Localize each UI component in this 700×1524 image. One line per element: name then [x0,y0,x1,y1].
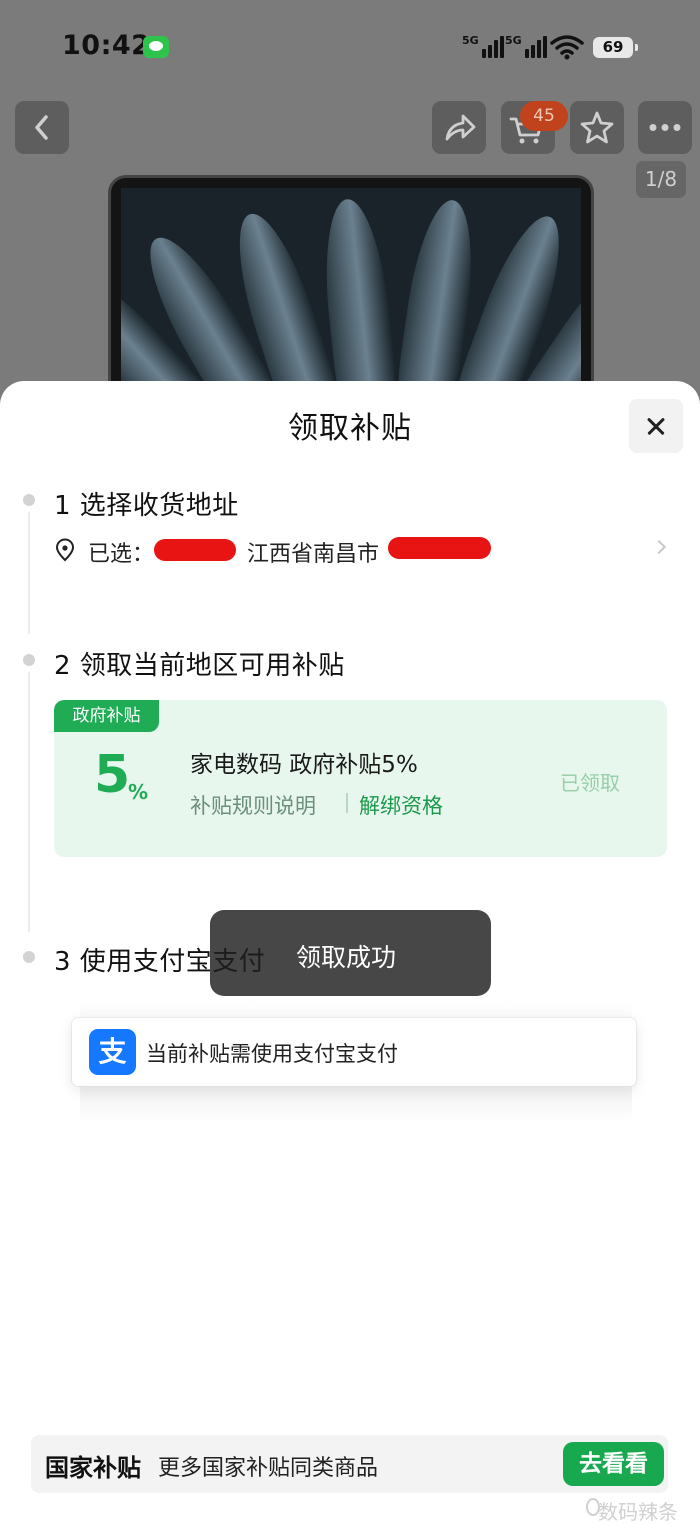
star-icon [580,111,614,144]
link-divider [346,793,348,813]
wifi-icon [550,34,584,60]
chevron-left-icon [35,115,48,140]
back-button[interactable] [15,101,69,154]
step-2-title: 2 领取当前地区可用补贴 [54,651,345,681]
step-2-dot [23,654,35,666]
network-type-label: 5G [462,34,479,47]
redacted-name [154,539,236,561]
cellular-signal-icon: 5G [462,34,504,58]
subsidy-tag: 政府补贴 [54,700,159,732]
sheet-title: 领取补贴 [288,411,412,446]
status-time: 10:42 [62,30,151,61]
cellular-signal-icon-2: 5G [505,34,547,58]
product-image-laptop[interactable] [108,175,594,405]
step-1-title: 1 选择收货地址 [54,491,239,521]
watermark: 数码辣条 [598,1500,678,1524]
subsidy-title: 家电数码 政府补贴5% [190,752,418,778]
success-toast: 领取成功 [210,910,491,996]
more-dots-icon [649,124,681,131]
view-more-button[interactable]: 去看看 [563,1442,664,1486]
national-subsidy-bar[interactable]: 国家补贴 更多国家补贴同类商品 去看看 [31,1435,668,1493]
alipay-notice[interactable]: 支 当前补贴需使用支付宝支付 [72,1018,636,1086]
step-1-dot [23,494,35,506]
message-icon [143,36,169,58]
national-subsidy-text: 更多国家补贴同类商品 [158,1456,379,1481]
share-button[interactable] [432,101,486,154]
cart-count-badge: 45 [520,101,568,131]
unbind-link[interactable]: 解绑资格 [359,790,443,820]
address-city: 江西省南昌市 [247,542,380,567]
status-bar: 10:42 5G 5G 69 [0,0,700,95]
address-row[interactable]: 已选： 江西省南昌市 [54,536,674,567]
redacted-address [388,537,491,559]
network-type-label-2: 5G [505,34,522,47]
address-prefix: 已选： [88,542,155,567]
subsidy-card: 政府补贴 5 % 家电数码 政府补贴5% 补贴规则说明 解绑资格 已领取 [54,700,667,857]
more-button[interactable] [638,101,692,154]
national-subsidy-title: 国家补贴 [45,1454,141,1482]
chevron-right-icon [651,539,667,555]
image-pager: 1/8 [636,161,686,198]
claimed-status: 已领取 [560,771,620,795]
subsidy-rules-link[interactable]: 补贴规则说明 [190,790,316,820]
close-button[interactable] [629,399,683,453]
step-3-dot [23,951,35,963]
laptop-wallpaper [121,188,581,402]
alipay-icon: 支 [89,1029,136,1075]
subsidy-percent-sign: % [128,780,149,804]
location-pin-icon [55,538,75,562]
subsidy-percent: 5 [94,745,131,805]
favorite-button[interactable] [570,101,624,154]
share-icon [445,114,476,141]
step-line-2 [28,672,30,932]
step-line-1 [28,512,30,634]
battery-indicator: 69 [593,37,638,58]
alipay-notice-text: 当前补贴需使用支付宝支付 [146,1042,398,1066]
